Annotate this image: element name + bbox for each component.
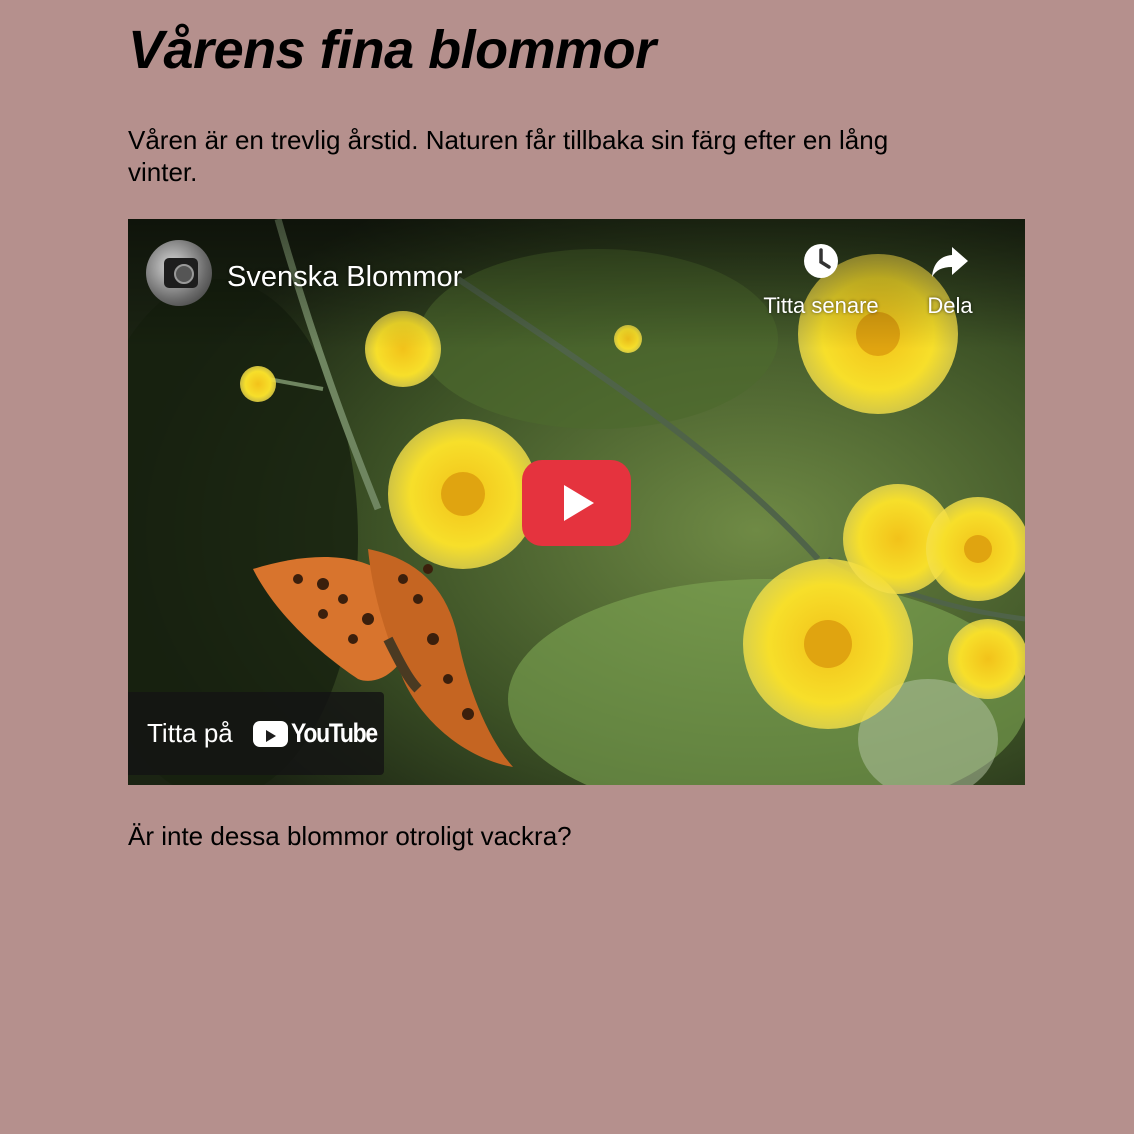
play-icon bbox=[564, 485, 594, 521]
youtube-play-icon bbox=[253, 721, 288, 747]
play-button[interactable] bbox=[522, 460, 631, 546]
page: Vårens fina blommor Våren är en trevlig … bbox=[0, 0, 1134, 1134]
youtube-embed[interactable]: Svenska Blommor Titta senare Dela Titta … bbox=[128, 219, 1025, 785]
clock-icon bbox=[804, 244, 838, 278]
watch-on-label: Titta på bbox=[147, 718, 233, 748]
video-title[interactable]: Svenska Blommor bbox=[227, 261, 462, 294]
youtube-logo-text: YouTube bbox=[291, 718, 378, 748]
share-button[interactable]: Dela bbox=[923, 241, 977, 319]
watch-on-youtube-button[interactable]: Titta på YouTube bbox=[128, 692, 384, 775]
watch-later-label: Titta senare bbox=[763, 293, 879, 318]
outro-paragraph: Är inte dessa blommor otroligt vackra? bbox=[128, 821, 572, 851]
share-label: Dela bbox=[927, 293, 973, 318]
intro-paragraph: Våren är en trevlig årstid. Naturen får … bbox=[128, 125, 889, 187]
camera-avatar-icon bbox=[164, 258, 198, 288]
page-heading: Vårens fina blommor bbox=[128, 20, 656, 80]
watch-later-button[interactable]: Titta senare bbox=[760, 241, 882, 319]
share-arrow-icon bbox=[932, 247, 968, 277]
channel-avatar[interactable] bbox=[146, 240, 212, 306]
